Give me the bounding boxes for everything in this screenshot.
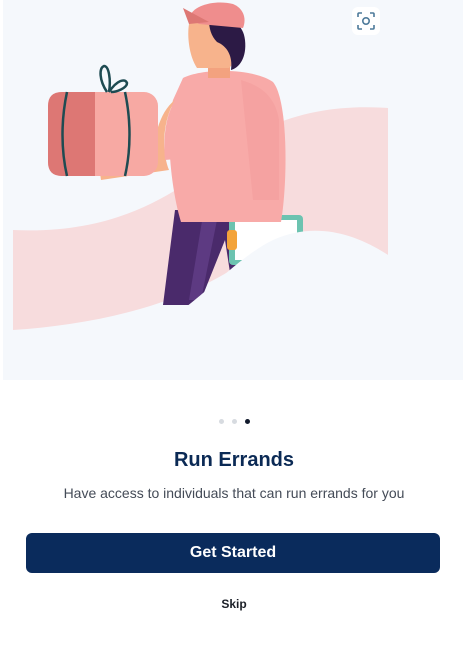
onboarding-subtitle: Have access to individuals that can run … bbox=[63, 485, 405, 501]
delivery-person-illustration bbox=[13, 2, 388, 380]
page-dot-3-active[interactable] bbox=[244, 419, 250, 424]
page-indicator bbox=[0, 419, 468, 424]
onboarding-title: Run Errands bbox=[173, 449, 295, 471]
get-started-button[interactable]: Get Started bbox=[26, 533, 440, 573]
page-dot-1[interactable] bbox=[218, 419, 224, 424]
hero-illustration bbox=[3, 0, 463, 380]
scan-focus-icon bbox=[357, 12, 375, 30]
skip-link[interactable]: Skip bbox=[0, 597, 468, 611]
page-dot-2[interactable] bbox=[231, 419, 237, 424]
scan-focus-button[interactable] bbox=[352, 7, 380, 35]
